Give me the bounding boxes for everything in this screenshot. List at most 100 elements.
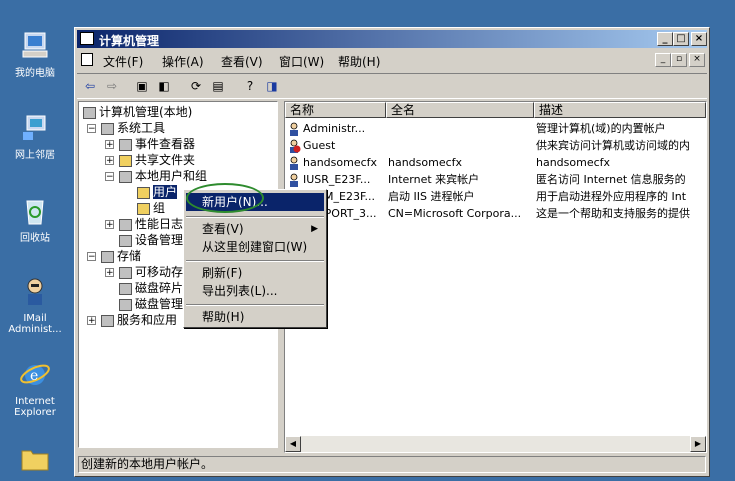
desktop-icon-label: Administ... xyxy=(8,324,62,335)
refresh-icon[interactable]: ⟳ xyxy=(187,77,205,95)
close-button[interactable]: × xyxy=(691,32,707,46)
desktop-icon-recycle-bin[interactable]: 回收站 xyxy=(2,195,68,244)
tree-node-local-users-groups[interactable]: 本地用户和组 xyxy=(119,168,207,184)
collapse-icon[interactable]: − xyxy=(87,124,96,134)
horizontal-scrollbar[interactable]: ◀ ▶ xyxy=(285,436,706,452)
collapse-icon[interactable]: − xyxy=(105,172,114,182)
expand-icon[interactable]: + xyxy=(105,156,114,166)
expand-icon[interactable]: + xyxy=(105,268,114,278)
shared-folder-icon xyxy=(119,154,132,167)
child-restore-button[interactable]: ▫ xyxy=(671,53,687,67)
folder-icon xyxy=(137,186,150,199)
tree-node-groups[interactable]: 组 xyxy=(137,200,165,216)
table-row[interactable]: IWAM_E23F... 启动 IIS 进程帐户 用于启动进程外应用程序的 In… xyxy=(287,188,706,205)
toolbar: ⇦ ⇨ ▣ ◧ ⟳ ▤ ? ◨ xyxy=(77,73,707,99)
network-icon xyxy=(23,115,46,140)
column-header-description[interactable]: 描述 xyxy=(534,102,706,118)
menu-file[interactable]: 文件(F) xyxy=(103,53,143,70)
menu-view[interactable]: 查看(V) xyxy=(221,53,263,70)
internet-explorer-icon: e xyxy=(20,364,50,385)
status-bar: 创建新的本地用户帐户。 xyxy=(78,456,706,473)
folder-icon xyxy=(21,450,49,471)
help-icon[interactable]: ? xyxy=(241,77,259,95)
back-arrow-icon[interactable]: ⇦ xyxy=(81,77,99,95)
table-row[interactable]: IUSR_E23F... Internet 来宾帐户 匿名访问 Internet… xyxy=(287,171,706,188)
desktop-icon-label: IMail xyxy=(23,313,47,324)
desktop-icon-internet-explorer[interactable]: e Internet Explorer xyxy=(2,358,68,418)
desktop-icon-folder[interactable] xyxy=(2,442,68,480)
menu-item-new-window[interactable]: 从这里创建窗口(W) xyxy=(186,238,324,256)
export-list-icon[interactable]: ▤ xyxy=(209,77,227,95)
desktop-icon-imail[interactable]: IMail Administ... xyxy=(2,275,68,335)
column-header-name[interactable]: 名称 xyxy=(285,102,386,118)
recycle-bin-icon xyxy=(26,200,44,225)
menu-bar: 文件(F) 操作(A) 查看(V) 窗口(W) 帮助(H) xyxy=(77,50,707,70)
admin-user-icon xyxy=(27,278,43,305)
table-row[interactable]: SUPPORT_3... CN=Microsoft Corpora... 这是一… xyxy=(287,205,706,222)
table-row[interactable]: Guest 供来宾访问计算机或访问域的内 xyxy=(287,137,706,154)
menu-doc-icon xyxy=(81,53,93,66)
tree-node-storage[interactable]: 存储 xyxy=(101,248,141,264)
desktop-icon-label: 我的电脑 xyxy=(15,68,55,79)
tree-node-users[interactable]: 用户 xyxy=(137,184,178,200)
scroll-right-icon[interactable]: ▶ xyxy=(690,436,706,452)
properties-icon[interactable]: ◨ xyxy=(263,77,281,95)
forward-arrow-icon[interactable]: ⇨ xyxy=(103,77,121,95)
tools-icon xyxy=(101,122,114,135)
tree-node-performance-logs[interactable]: 性能日志 xyxy=(119,216,183,232)
tree-node-event-viewer[interactable]: 事件查看器 xyxy=(119,136,195,152)
tree-node-system-tools[interactable]: 系统工具 xyxy=(101,120,165,136)
tree-node-disk-defragmenter[interactable]: 磁盘碎片 xyxy=(119,280,183,296)
expand-icon[interactable]: + xyxy=(105,220,114,230)
up-folder-icon[interactable]: ▣ xyxy=(133,77,151,95)
event-viewer-icon xyxy=(119,138,132,151)
title-bar[interactable]: 计算机管理 _ □ × xyxy=(77,30,707,48)
window-title: 计算机管理 xyxy=(99,34,160,48)
removable-storage-icon xyxy=(119,266,132,279)
desktop-icon-label: Explorer xyxy=(14,407,56,418)
svg-text:e: e xyxy=(30,368,38,384)
table-row[interactable]: handsomecfx handsomecfx handsomecfx xyxy=(287,154,706,171)
expand-icon[interactable]: + xyxy=(87,316,96,326)
tree-node-shared-folders[interactable]: 共享文件夹 xyxy=(119,152,195,168)
tree-node-computer-management[interactable]: 计算机管理(本地) xyxy=(83,104,192,120)
desktop-icon-my-computer[interactable]: 我的电脑 xyxy=(2,30,68,79)
storage-icon xyxy=(101,250,114,263)
desktop-icon-label: Internet xyxy=(15,396,55,407)
menu-window[interactable]: 窗口(W) xyxy=(279,53,324,70)
tree-node-removable-storage[interactable]: 可移动存 xyxy=(119,264,183,280)
menu-help[interactable]: 帮助(H) xyxy=(338,53,380,70)
minimize-button[interactable]: _ xyxy=(657,32,673,46)
menu-separator xyxy=(186,216,324,218)
column-header-fullname[interactable]: 全名 xyxy=(386,102,534,118)
menu-item-help[interactable]: 帮助(H) xyxy=(186,308,324,326)
expand-icon[interactable]: + xyxy=(105,140,114,150)
scroll-left-icon[interactable]: ◀ xyxy=(285,436,301,452)
menu-item-view[interactable]: 查看(V) ▶ xyxy=(186,220,324,238)
user-icon xyxy=(290,122,298,136)
maximize-button[interactable]: □ xyxy=(673,32,689,46)
highlight-annotation xyxy=(186,183,264,213)
defrag-icon xyxy=(119,282,132,295)
collapse-icon[interactable]: − xyxy=(87,252,96,262)
tree-node-disk-management[interactable]: 磁盘管理 xyxy=(119,296,183,312)
menu-action[interactable]: 操作(A) xyxy=(162,53,204,70)
app-icon xyxy=(80,32,94,45)
desktop-icon-label: 网上邻居 xyxy=(15,150,55,161)
child-close-button[interactable]: × xyxy=(689,53,705,67)
menu-item-refresh[interactable]: 刷新(F) xyxy=(186,264,324,282)
submenu-arrow-icon: ▶ xyxy=(311,224,318,234)
disabled-user-icon xyxy=(290,139,301,153)
table-row[interactable]: Administr... 管理计算机(域)的内置帐户 xyxy=(287,120,706,137)
device-manager-icon xyxy=(119,234,132,247)
show-tree-icon[interactable]: ◧ xyxy=(155,77,173,95)
menu-item-export-list[interactable]: 导出列表(L)... xyxy=(186,282,324,300)
performance-icon xyxy=(119,218,132,231)
child-minimize-button[interactable]: _ xyxy=(655,53,671,67)
desktop-icon-label: 回收站 xyxy=(20,233,50,244)
computer-management-window: 计算机管理 _ □ × 文件(F) 操作(A) 查看(V) 窗口(W) 帮助(H… xyxy=(74,27,710,477)
tree-node-services-applications[interactable]: 服务和应用 xyxy=(101,312,177,328)
desktop-icon-network[interactable]: 网上邻居 xyxy=(2,112,68,161)
tree-node-device-manager[interactable]: 设备管理 xyxy=(119,232,183,248)
computer-icon xyxy=(22,32,48,58)
